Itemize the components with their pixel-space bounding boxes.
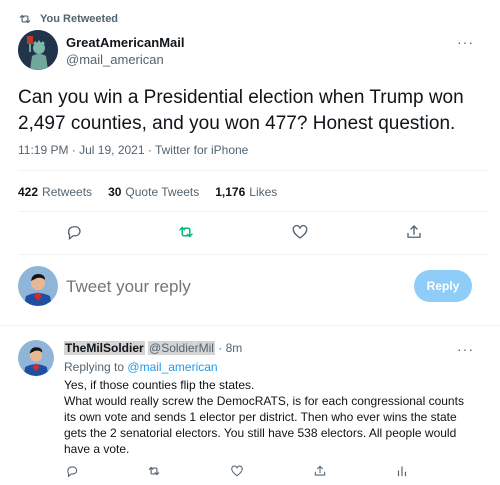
divider [18, 211, 488, 212]
reply-like-button[interactable] [229, 463, 245, 479]
reply-share-button[interactable] [312, 463, 328, 479]
divider [0, 325, 500, 326]
reply-icon [67, 466, 78, 478]
retweet-icon [179, 226, 193, 238]
reply-actions [64, 463, 488, 481]
reply-icon [67, 226, 81, 241]
reply-author-handle[interactable]: @SoldierMil [148, 341, 215, 355]
replying-prefix: Replying to [64, 360, 125, 374]
reply-author-avatar[interactable] [18, 340, 54, 376]
like-icon [292, 224, 308, 239]
retweet-button[interactable] [176, 222, 196, 242]
reply-text: Yes, if those counties flip the states. … [64, 377, 474, 457]
reply-reply-button[interactable] [64, 463, 80, 479]
retweet-banner: You Retweeted [18, 11, 118, 27]
retweet-icon [19, 14, 31, 24]
quotes-stat[interactable]: 30 Quote Tweets [108, 185, 199, 199]
author-name[interactable]: GreatAmericanMail [66, 34, 185, 51]
like-icon [231, 465, 243, 477]
reply-retweet-button[interactable] [146, 463, 162, 479]
retweet-icon [148, 466, 160, 476]
author-info[interactable]: GreatAmericanMail @mail_american [66, 34, 185, 68]
retweets-stat[interactable]: 422 Retweets [18, 185, 92, 199]
reply-header: TheMilSoldier @SoldierMil · 8m [64, 341, 242, 355]
user-avatar[interactable] [18, 266, 58, 306]
quotes-count: 30 [108, 185, 122, 199]
more-options-icon[interactable]: ··· [457, 34, 474, 50]
tweet-text: Can you win a Presidential election when… [18, 87, 464, 134]
likes-stat[interactable]: 1,176 Likes [215, 185, 277, 199]
reply-text-line: What would really screw the DemocRATS, i… [64, 394, 464, 456]
share-icon [407, 225, 421, 238]
retweets-label: Retweets [42, 185, 93, 199]
share-button[interactable] [404, 222, 424, 242]
like-button[interactable] [290, 222, 310, 242]
reply-more-options-icon[interactable]: ··· [457, 341, 474, 357]
author-handle[interactable]: @mail_american [66, 51, 185, 68]
reply-submit-button[interactable]: Reply [414, 270, 472, 302]
likes-count: 1,176 [215, 185, 246, 199]
share-icon [314, 465, 326, 476]
reply-author-name[interactable]: TheMilSoldier [64, 341, 145, 355]
replying-mention[interactable]: @mail_american [127, 360, 217, 374]
likes-label: Likes [249, 185, 278, 199]
reply-time[interactable]: · 8m [218, 341, 242, 355]
retweet-banner-label: You Retweeted [40, 13, 119, 25]
reply-analytics-button[interactable] [394, 463, 410, 479]
author-avatar[interactable] [18, 30, 58, 70]
analytics-icon [397, 466, 407, 477]
reply-button[interactable] [64, 222, 84, 242]
retweets-count: 422 [18, 185, 39, 199]
replying-to: Replying to @mail_american [64, 360, 218, 374]
divider [18, 170, 488, 171]
tweet-meta[interactable]: 11:19 PM · Jul 19, 2021 · Twitter for iP… [18, 143, 248, 157]
tweet-actions [18, 222, 488, 244]
reply-text-line: Yes, if those counties flip the states. [64, 378, 255, 392]
divider [18, 254, 488, 255]
tweet-stats: 422 Retweets 30 Quote Tweets 1,176 Likes [18, 185, 277, 199]
reply-input[interactable] [66, 277, 366, 297]
quotes-label: Quote Tweets [125, 185, 200, 199]
